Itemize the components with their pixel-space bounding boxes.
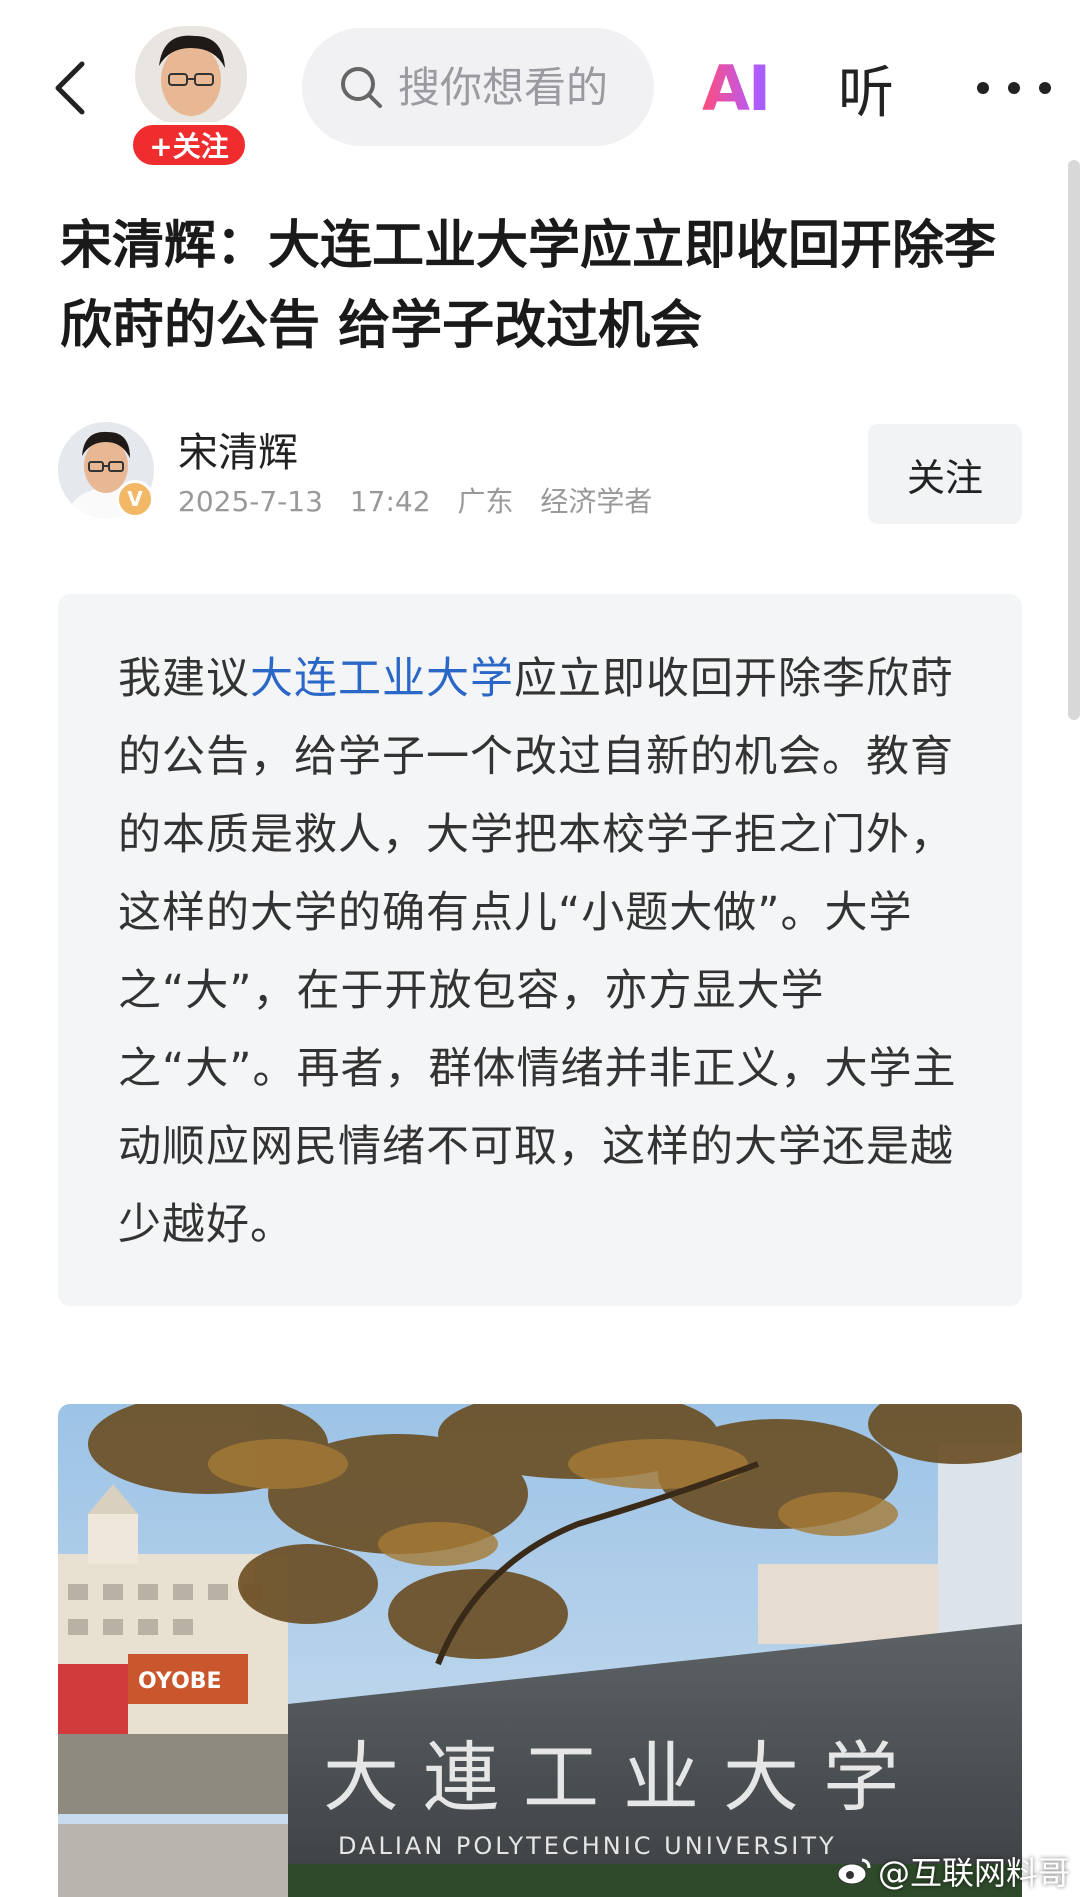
quote-prefix: 我建议	[118, 654, 250, 704]
university-sign-english: DALIAN POLYTECHNIC UNIVERSITY	[338, 1832, 837, 1860]
university-link[interactable]: 大连工业大学	[250, 654, 514, 704]
more-dots-icon	[977, 82, 1051, 94]
publish-time: 17:42	[349, 485, 431, 518]
shop-sign-text: OYOBE	[138, 1669, 222, 1694]
page-title: 宋清辉：大连工业大学应立即收回开除李欣莳的公告 给学子改过机会	[60, 216, 997, 356]
author-name[interactable]: 宋清辉	[178, 420, 298, 478]
quote-block: 我建议大连工业大学应立即收回开除李欣莳的公告，给学子一个改过自新的机会。教育的本…	[58, 594, 1022, 1306]
article-page: +关注 AI 听 宋清辉：大连工业大学应立即收回开除李欣莳的公告 给学子改过机会	[0, 0, 1080, 1897]
chevron-left-icon	[55, 61, 85, 115]
author-meta: 2025-7-13 17:42 广东 经济学者	[178, 480, 670, 520]
back-button[interactable]	[40, 48, 100, 128]
quote-body: 应立即收回开除李欣莳的公告，给学子一个改过自新的机会。教育的本质是救人，大学把本…	[118, 654, 957, 1250]
quote-text: 我建议大连工业大学应立即收回开除李欣莳的公告，给学子一个改过自新的机会。教育的本…	[118, 640, 964, 1264]
top-bar: +关注 AI 听	[0, 0, 1080, 168]
ai-button[interactable]: AI	[702, 48, 802, 128]
search-icon	[341, 67, 382, 108]
top-author-avatar-group[interactable]: +关注	[130, 26, 252, 168]
weibo-icon	[837, 1858, 871, 1885]
avatar[interactable]	[135, 26, 247, 126]
follow-chip-button[interactable]: +关注	[130, 122, 248, 168]
follow-button[interactable]: 关注	[868, 424, 1022, 524]
more-button[interactable]	[964, 58, 1064, 118]
search-input[interactable]	[398, 62, 608, 112]
article-photo[interactable]: OYOBE 大連工业大学 DALIAN POLYTECHNIC UNIVERSI…	[58, 1404, 1022, 1897]
watermark-text: @互联网料哥	[877, 1854, 1070, 1892]
publish-date: 2025-7-13	[178, 485, 323, 518]
scrollbar[interactable]	[1068, 160, 1080, 720]
listen-button[interactable]: 听	[838, 48, 894, 128]
verified-badge: V	[116, 480, 154, 518]
university-sign-chinese: 大連工业大学	[323, 1733, 923, 1822]
search-bar[interactable]	[302, 28, 654, 146]
publish-region: 广东	[457, 485, 514, 518]
watermark: @互联网料哥	[836, 1848, 1070, 1894]
author-role: 经济学者	[540, 485, 653, 518]
